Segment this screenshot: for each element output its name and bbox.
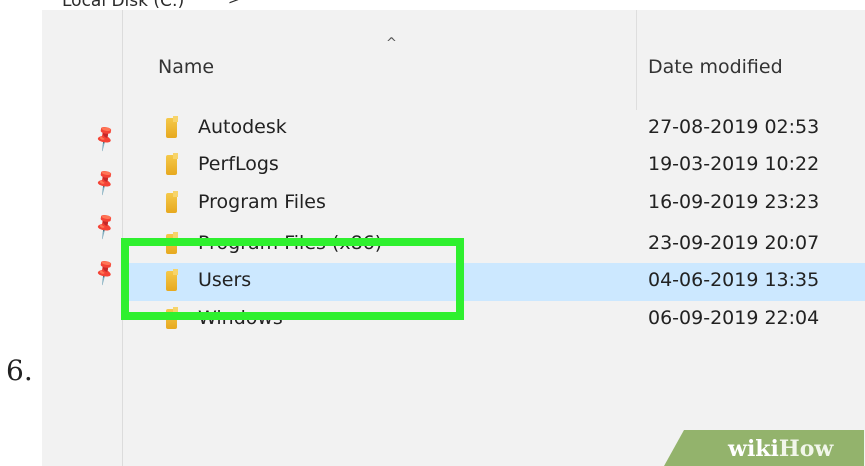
pin-icon[interactable]: 📌 [90,123,120,153]
column-header-name[interactable]: Name [158,56,214,78]
file-date: 19-03-2019 10:22 [648,153,820,175]
folder-icon [166,153,178,175]
wikihow-logo-part1: wiki [728,436,779,462]
file-row-autodesk[interactable]: Autodesk 27-08-2019 02:53 [122,110,865,148]
file-date: 23-09-2019 20:07 [648,232,820,254]
file-row-perflogs[interactable]: PerfLogs 19-03-2019 10:22 [122,147,865,185]
pin-icon[interactable]: 📌 [90,167,120,197]
file-date: 16-09-2019 23:23 [648,191,820,213]
file-date: 06-09-2019 22:04 [648,307,820,329]
file-name: Program Files [198,191,326,213]
file-date: 04-06-2019 13:35 [648,269,820,291]
wikihow-logo: wikiHow [728,436,833,462]
step-number: 6. [6,354,33,387]
sort-ascending-icon: ^ [386,36,397,51]
file-name: Autodesk [198,116,287,138]
folder-icon [166,191,178,213]
file-explorer-window: Local Disk (C:) > 📌 📌 📌 📌 ^ Name Date mo… [42,0,865,466]
file-name: PerfLogs [198,153,279,175]
folder-icon [166,116,178,138]
file-date: 27-08-2019 02:53 [648,116,820,138]
file-row-program-files[interactable]: Program Files 16-09-2019 23:23 [122,185,865,223]
address-bar[interactable]: Local Disk (C:) > [42,0,865,10]
wikihow-logo-part2: How [778,436,834,462]
pin-icon[interactable]: 📌 [90,211,120,241]
address-path: Local Disk (C:) [62,0,185,10]
chevron-right-icon[interactable]: > [228,0,240,8]
column-divider[interactable] [636,10,637,110]
highlight-box [121,238,464,320]
pin-icon[interactable]: 📌 [90,257,120,287]
column-header-date-modified[interactable]: Date modified [648,56,783,78]
